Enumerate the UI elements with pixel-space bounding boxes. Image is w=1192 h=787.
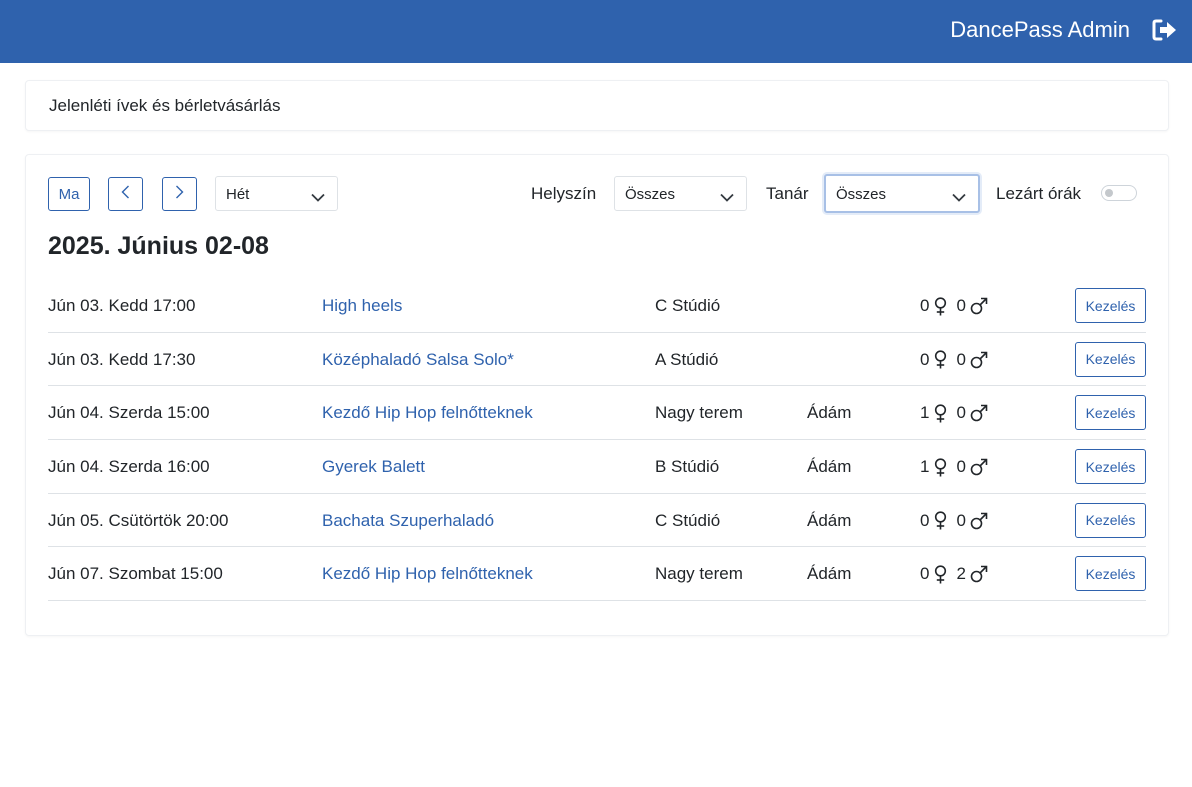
attendance-counts: 00 [920,350,996,370]
table-row: Jún 05. Csütörtök 20:00 Bachata Szuperhal… [48,494,1146,548]
today-button[interactable]: Ma [48,177,90,211]
session-room: C Stúdió [655,296,721,315]
manage-button[interactable]: Kezelés [1075,449,1146,485]
attendance-counts: 10 [920,457,996,477]
previous-week-button[interactable] [108,177,143,211]
attendance-counts: 02 [920,564,996,584]
session-time: Jún 04. Szerda 15:00 [48,403,210,423]
female-count: 1 [920,403,930,423]
manage-button[interactable]: Kezelés [1075,556,1146,592]
session-time: Jún 03. Kedd 17:30 [48,349,196,369]
sign-out-icon[interactable] [1152,19,1178,41]
female-count: 0 [920,510,930,530]
location-select-value: Összes [625,186,676,203]
sessions-table: Jún 03. Kedd 17:00 High heels C Stúdió 0 0 Ke… [48,279,1146,602]
page-title: Jelenléti ívek és bérletvásárlás [49,96,281,115]
attendance-counts: 00 [920,511,996,531]
session-room: A Stúdió [655,349,719,369]
table-row: Jún 04. Szerda 15:00 Kezdő Hip Hop felnőt… [48,386,1146,441]
male-icon [970,512,988,530]
female-icon [933,296,948,316]
female-count: 0 [920,349,930,369]
teacher-select-value: Összes [836,186,887,203]
session-class-link[interactable]: Kezdő Hip Hop felnőtteknek [322,403,533,423]
chevron-right-icon [175,185,184,203]
period-select-value: Hét [226,186,250,203]
table-row: Jún 04. Szerda 16:00 Gyerek Balett B Stúdi… [48,440,1146,494]
manage-button[interactable]: Kezelés [1075,341,1146,377]
female-icon [933,511,948,530]
female-icon [933,350,948,369]
female-icon [933,565,948,584]
male-count: 2 [956,564,966,584]
table-row: Jún 07. Szombat 15:00 Kezdő Hip Hop felnő… [48,547,1146,602]
male-icon [970,565,988,583]
session-class-link[interactable]: High heels [322,296,402,316]
male-count: 0 [956,349,966,369]
closed-classes-label: Lezárt órák [996,184,1082,203]
female-count: 0 [920,564,930,584]
female-icon [933,404,948,423]
period-select[interactable]: Hét [215,176,338,211]
session-teacher: Ádám [807,403,852,423]
session-class-link[interactable]: Bachata Szuperhaladó [322,511,494,531]
teacher-select[interactable]: Összes [824,174,980,213]
male-icon [970,297,988,315]
female-count: 1 [920,457,930,477]
session-room: Nagy terem [655,564,743,584]
manage-button[interactable]: Kezelés [1075,502,1146,538]
location-select[interactable]: Összes [614,176,747,211]
chevron-down-icon [311,189,325,202]
male-count: 0 [956,457,966,477]
male-icon [970,404,988,422]
session-teacher: Ádám [807,510,852,530]
session-time: Jún 04. Szerda 16:00 [48,457,210,477]
session-room: C Stúdió [655,510,721,530]
brand-title: DancePass Admin [950,17,1130,42]
male-count: 0 [956,510,966,530]
chevron-down-icon [952,189,966,202]
top-navbar: DancePass Admin [0,0,1192,63]
toggle-knob [1105,189,1113,197]
session-class-link[interactable]: Gyerek Balett [322,457,425,477]
week-heading: 2025. Június 02-08 [48,232,269,260]
male-icon [970,458,988,476]
page-title-card: Jelenléti ívek és bérletvásárlás [25,80,1169,131]
table-row: Jún 03. Kedd 17:00 High heels C Stúdió 0 0 Ke… [48,279,1146,333]
male-icon [970,351,988,369]
session-time: Jún 07. Szombat 15:00 [48,564,223,584]
teacher-filter-label: Tanár [766,184,809,203]
session-time: Jún 05. Csütörtök 20:00 [48,510,229,530]
table-row: Jún 03. Kedd 17:30 Középhaladó Salsa Solo… [48,333,1146,387]
male-count: 0 [956,296,966,315]
attendance-counts: 00 [920,296,996,316]
location-filter-label: Helyszín [531,184,597,203]
male-count: 0 [956,403,966,423]
manage-button[interactable]: Kezelés [1075,288,1146,323]
session-class-link[interactable]: Kezdő Hip Hop felnőtteknek [322,564,533,584]
session-time: Jún 03. Kedd 17:00 [48,296,196,315]
female-icon [933,457,948,477]
female-count: 0 [920,296,930,315]
session-room: B Stúdió [655,457,720,477]
chevron-left-icon [121,185,130,203]
session-class-link[interactable]: Középhaladó Salsa Solo* [322,350,514,370]
attendance-counts: 10 [920,403,996,423]
session-room: Nagy terem [655,403,743,423]
closed-classes-toggle[interactable] [1101,185,1137,201]
session-teacher: Ádám [807,457,852,477]
chevron-down-icon [720,189,734,202]
manage-button[interactable]: Kezelés [1075,395,1146,431]
next-week-button[interactable] [162,177,197,211]
session-teacher: Ádám [807,564,852,584]
